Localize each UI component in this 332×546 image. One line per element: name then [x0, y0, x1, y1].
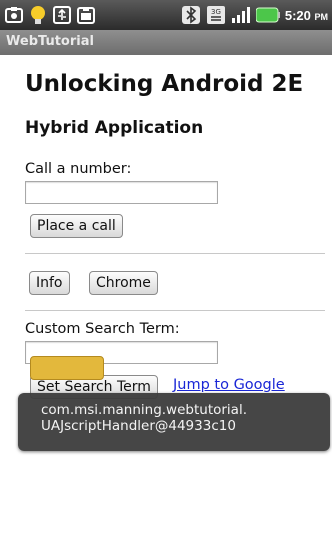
- jump-to-google-link[interactable]: Jump to Google: [173, 377, 285, 393]
- battery-icon: [255, 5, 280, 25]
- sdcard-icon: [76, 5, 96, 25]
- call-number-label: Call a number:: [25, 161, 132, 177]
- toast-line-2: UAJscriptHandler@44933c10: [41, 418, 236, 434]
- lightbulb-icon: [28, 5, 48, 25]
- app-title: WebTutorial: [6, 34, 94, 49]
- usb-icon: [52, 5, 72, 25]
- search-term-label: Custom Search Term:: [25, 321, 180, 337]
- toast-line-1: com.msi.manning.webtutorial.: [41, 402, 247, 418]
- signal-icon: [231, 5, 251, 25]
- status-bar: 3G 5:20 PM: [0, 0, 332, 30]
- page-subheading: Hybrid Application: [25, 118, 204, 138]
- page-heading: Unlocking Android 2E: [25, 71, 304, 97]
- notification-icons: [4, 5, 96, 25]
- phone-number-input[interactable]: [25, 181, 218, 204]
- clock: 5:20 PM: [284, 7, 328, 23]
- app-title-bar: WebTutorial: [0, 30, 332, 55]
- system-icons: 3G 5:20 PM: [181, 5, 328, 25]
- divider: [25, 253, 325, 254]
- screenshot-icon: [4, 5, 24, 25]
- info-button[interactable]: Info: [29, 271, 70, 295]
- place-call-button[interactable]: Place a call: [30, 214, 123, 238]
- 3g-icon: 3G: [206, 5, 226, 25]
- chrome-button[interactable]: Chrome: [89, 271, 158, 295]
- toast-message: com.msi.manning.webtutorial. UAJscriptHa…: [18, 393, 330, 451]
- divider: [25, 310, 325, 311]
- svg-text:3G: 3G: [211, 8, 221, 16]
- bluetooth-icon: [181, 5, 201, 25]
- obscured-button[interactable]: [30, 356, 104, 380]
